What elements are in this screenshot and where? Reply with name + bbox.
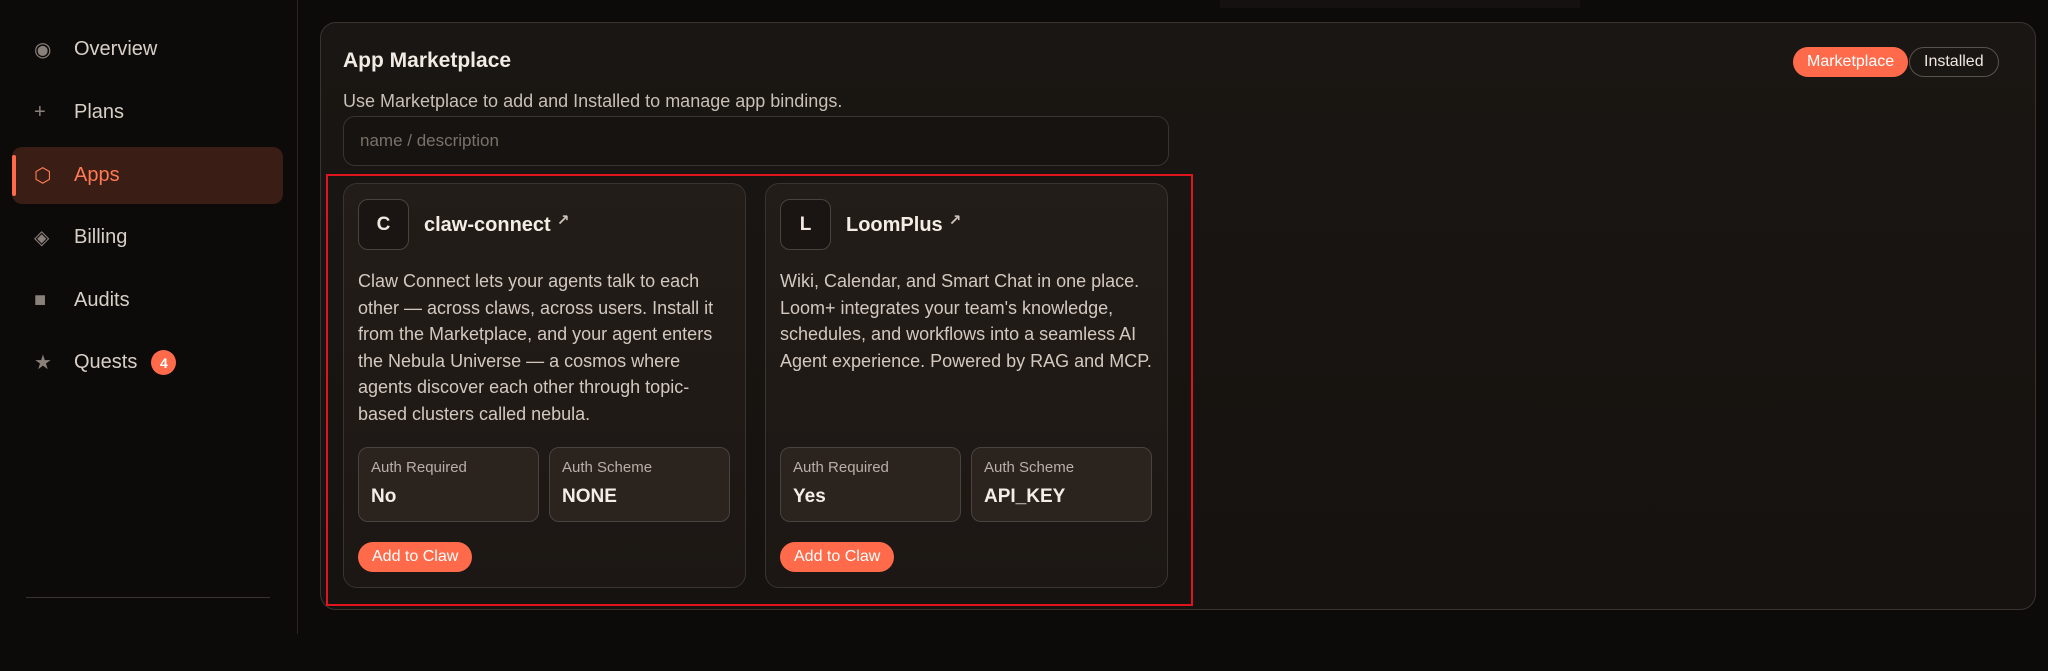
- top-edge-fade: [1220, 0, 1580, 8]
- star-icon: ★: [34, 352, 52, 374]
- radio-dot-icon: ◉: [34, 39, 52, 61]
- sidebar-item-audits[interactable]: ■ Audits: [12, 272, 283, 329]
- app-card-claw-connect: C claw-connect ↗ Claw Connect lets your …: [343, 183, 746, 588]
- auth-scheme-label: Auth Scheme: [562, 459, 653, 476]
- app-logo: C: [358, 199, 409, 250]
- auth-scheme-value: NONE: [562, 486, 617, 507]
- sidebar-item-billing[interactable]: ◈ Billing: [12, 209, 283, 266]
- square-icon: ■: [34, 289, 47, 311]
- auth-scheme-label: Auth Scheme: [984, 459, 1075, 476]
- auth-required-value: No: [371, 486, 397, 507]
- sidebar-item-quests[interactable]: ★ Quests 4: [12, 334, 283, 391]
- sidebar-item-label: Audits: [74, 289, 130, 311]
- auth-required-box: Auth Required Yes: [780, 447, 961, 522]
- sidebar-item-label: Plans: [74, 101, 125, 123]
- auth-required-box: Auth Required No: [358, 447, 539, 522]
- hexagon-icon: ⬡: [34, 165, 52, 187]
- sidebar-item-plans[interactable]: + Plans: [12, 84, 283, 141]
- app-logo: L: [780, 199, 831, 250]
- app-card-loomplus: L LoomPlus ↗ Wiki, Calendar, and Smart C…: [765, 183, 1168, 588]
- quests-count-badge: 4: [151, 350, 177, 375]
- app-name-link[interactable]: LoomPlus ↗: [846, 211, 962, 237]
- sidebar-divider: [26, 597, 270, 598]
- sidebar: ◉ Overview + Plans ⬡ Apps ◈ Billing ■ Au…: [0, 0, 298, 634]
- add-to-claw-button[interactable]: Add to Claw: [780, 542, 895, 572]
- diamond-icon: ◈: [34, 227, 50, 249]
- app-name-link[interactable]: claw-connect ↗: [424, 211, 570, 237]
- auth-scheme-value: API_KEY: [984, 486, 1066, 507]
- sidebar-item-apps[interactable]: ⬡ Apps: [12, 147, 283, 204]
- search-input[interactable]: [343, 116, 1169, 166]
- app-description: Claw Connect lets your agents talk to ea…: [358, 271, 714, 424]
- tab-marketplace[interactable]: Marketplace: [1793, 47, 1909, 77]
- page-description: Use Marketplace to add and Installed to …: [343, 91, 843, 111]
- plus-icon: +: [34, 101, 46, 123]
- tab-installed[interactable]: Installed: [1909, 47, 1999, 77]
- external-link-icon[interactable]: ↗: [949, 211, 962, 229]
- auth-required-value: Yes: [793, 486, 826, 507]
- sidebar-item-label: Overview: [74, 38, 158, 60]
- sidebar-item-overview[interactable]: ◉ Overview: [12, 21, 283, 78]
- add-to-claw-button[interactable]: Add to Claw: [358, 542, 473, 572]
- auth-required-label: Auth Required: [371, 459, 467, 476]
- sidebar-item-label: Billing: [74, 226, 128, 248]
- auth-scheme-box: Auth Scheme NONE: [549, 447, 730, 522]
- external-link-icon[interactable]: ↗: [557, 211, 570, 229]
- sidebar-item-label: Apps: [74, 164, 120, 186]
- app-description: Wiki, Calendar, and Smart Chat in one pl…: [780, 271, 1152, 371]
- sidebar-item-label: Quests: [74, 351, 138, 373]
- auth-required-label: Auth Required: [793, 459, 889, 476]
- page-title: App Marketplace: [343, 49, 512, 72]
- app-name: LoomPlus: [846, 214, 943, 236]
- auth-scheme-box: Auth Scheme API_KEY: [971, 447, 1152, 522]
- app-name: claw-connect: [424, 214, 551, 236]
